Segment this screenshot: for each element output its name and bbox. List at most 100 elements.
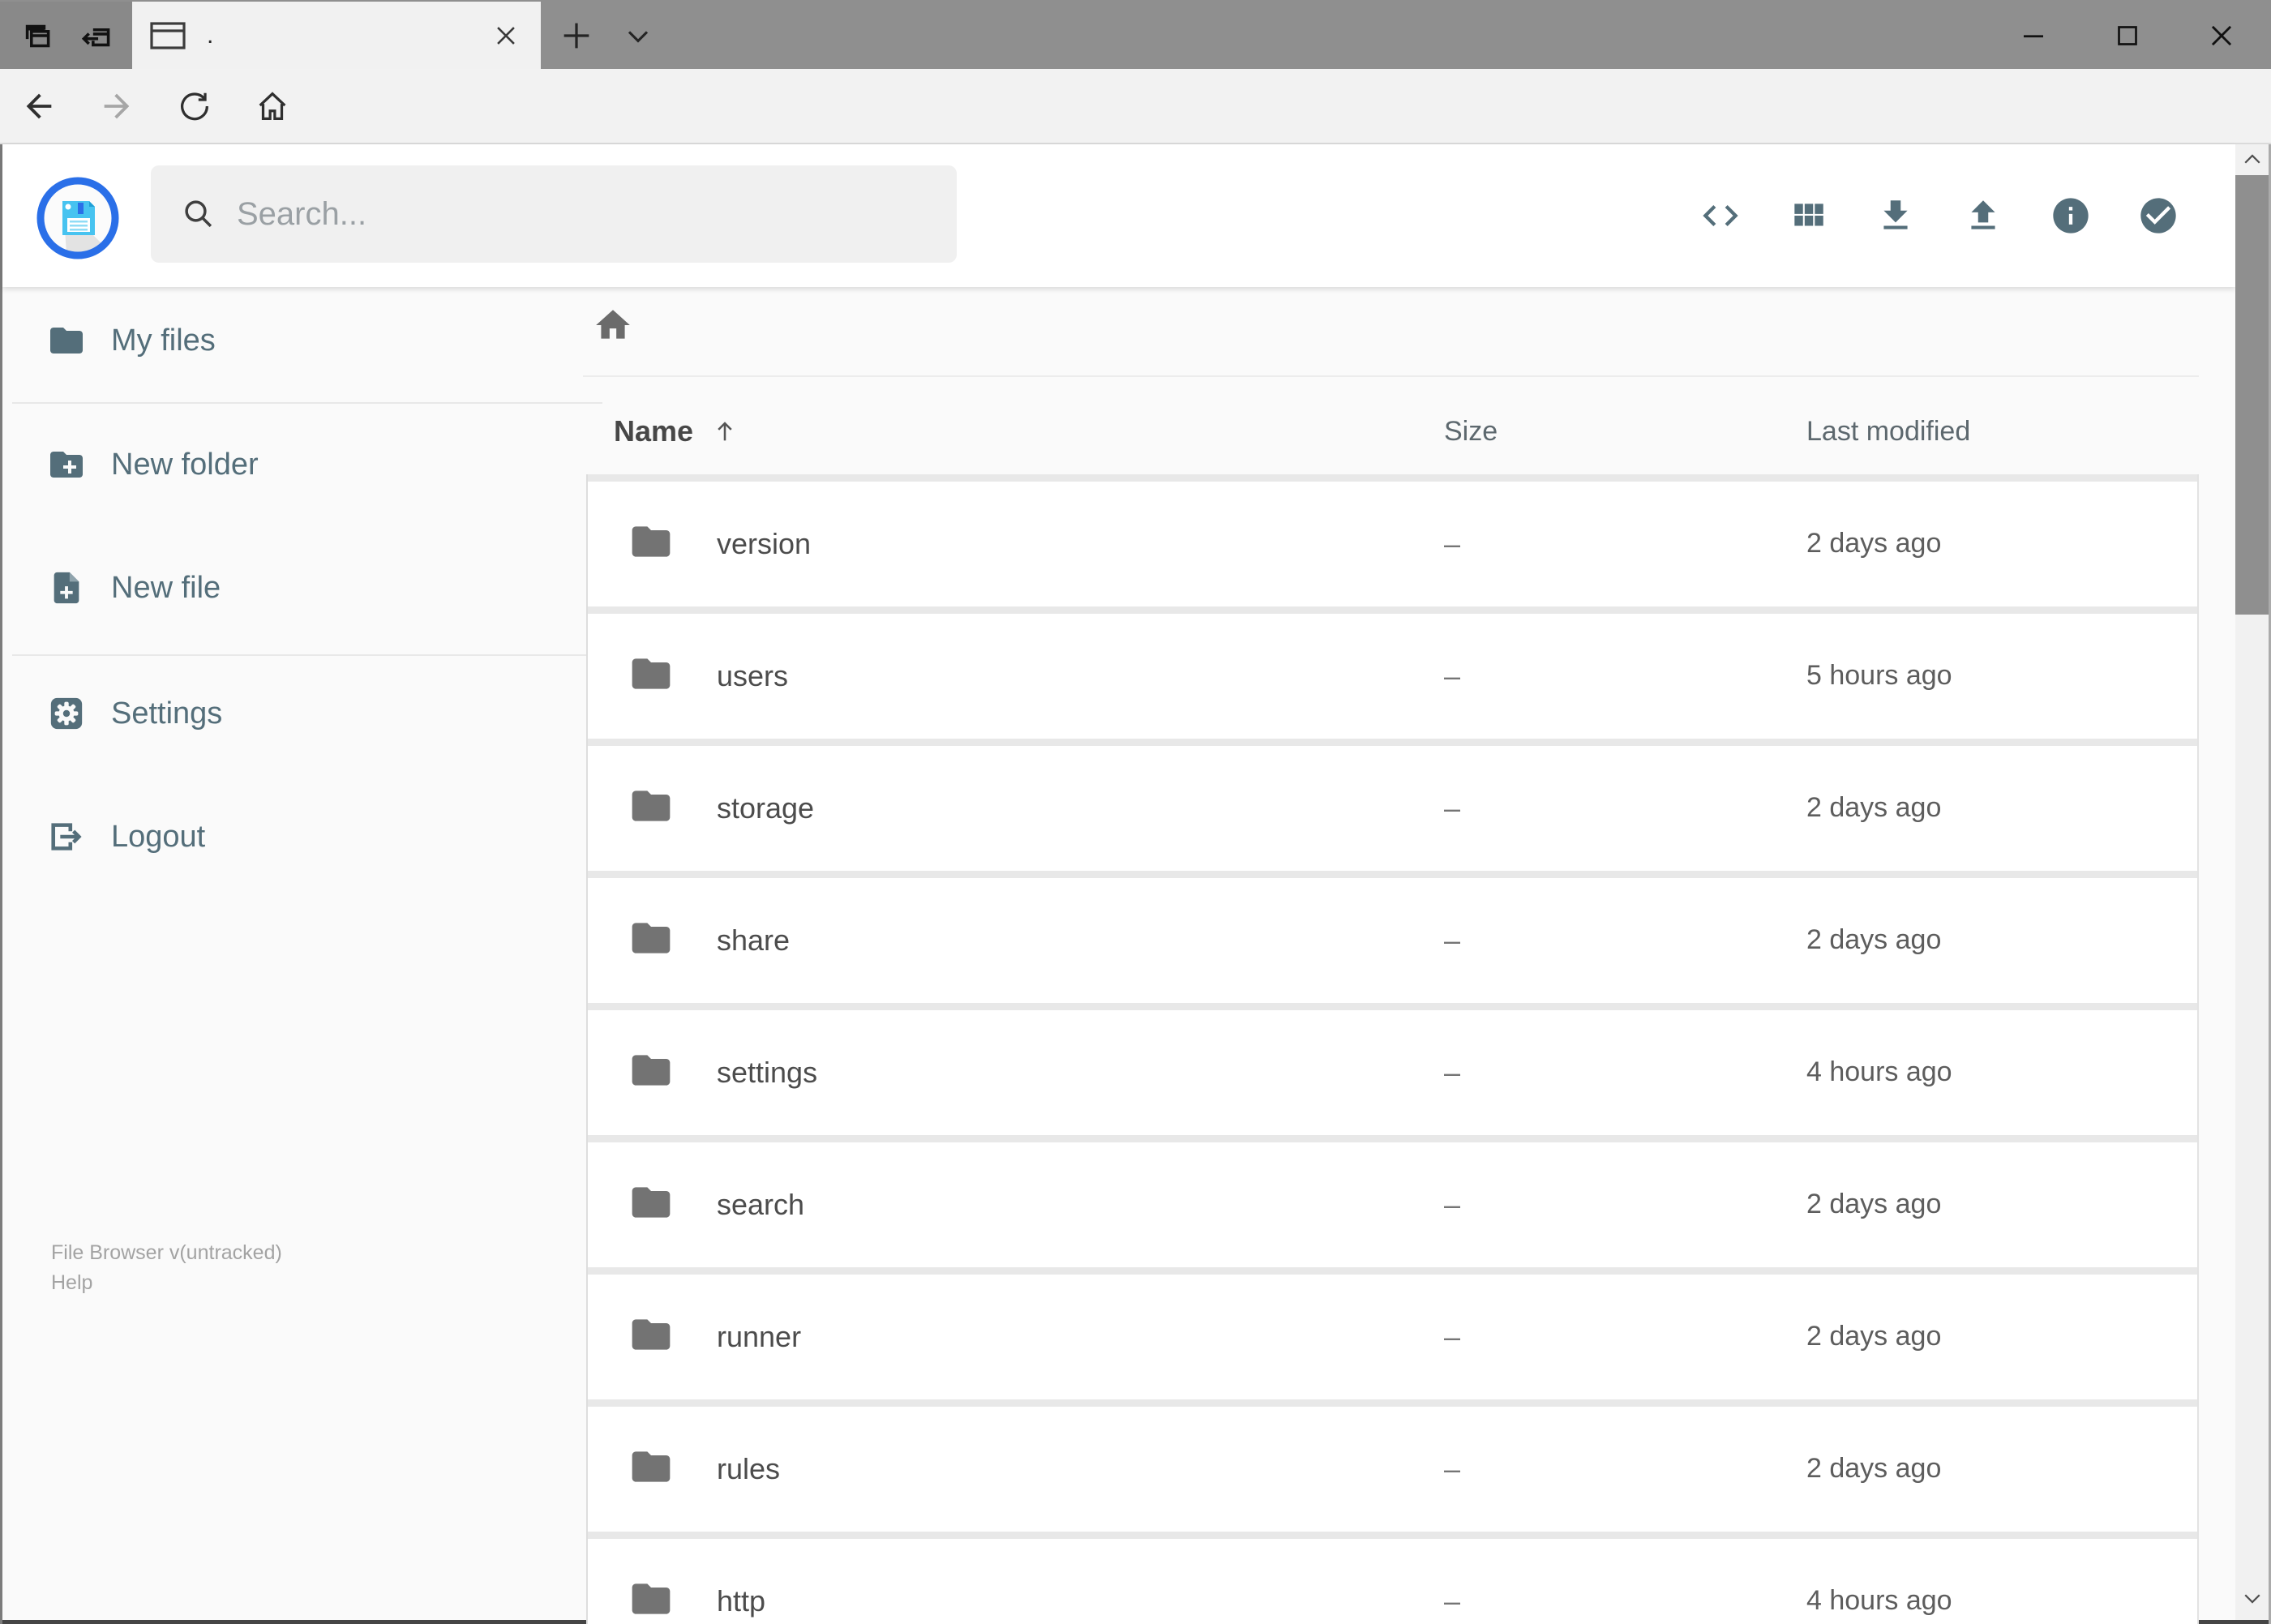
folder-icon bbox=[628, 1180, 674, 1225]
browser-window: . Search... My files New folder New file… bbox=[0, 0, 2271, 1624]
select-all-icon[interactable] bbox=[2115, 167, 2202, 264]
folder-icon bbox=[628, 1576, 674, 1622]
scrollbar-up-button[interactable] bbox=[2235, 144, 2269, 175]
sidebar-item-label: New folder bbox=[111, 447, 259, 482]
file-modified: 2 days ago bbox=[1806, 1189, 1942, 1219]
file-row-share[interactable]: share – 2 days ago bbox=[588, 878, 2197, 1003]
sidebar-item-label: Logout bbox=[111, 819, 206, 854]
upload-icon[interactable] bbox=[1939, 167, 2027, 264]
logout-icon bbox=[46, 818, 87, 855]
file-size: – bbox=[1444, 659, 1461, 692]
file-modified: 4 hours ago bbox=[1806, 1585, 1952, 1616]
sidebar-footer: File Browser v(untracked) Help bbox=[51, 1238, 282, 1298]
tabs-aside-group bbox=[0, 2, 132, 69]
download-icon[interactable] bbox=[1852, 167, 1939, 264]
file-name: runner bbox=[717, 1320, 802, 1353]
folder-icon bbox=[628, 1444, 674, 1489]
browser-titlebar: . bbox=[0, 0, 2271, 69]
forward-button[interactable] bbox=[78, 71, 156, 141]
version-link[interactable]: File Browser v(untracked) bbox=[51, 1238, 282, 1268]
search-input[interactable]: Search... bbox=[151, 165, 957, 263]
set-tabs-aside-button[interactable] bbox=[71, 11, 122, 61]
sidebar-divider bbox=[12, 654, 602, 656]
breadcrumb-home-button[interactable] bbox=[589, 301, 637, 349]
tab-close-button[interactable] bbox=[478, 7, 534, 64]
new-tab-button[interactable] bbox=[550, 2, 603, 69]
file-row-runner[interactable]: runner – 2 days ago bbox=[588, 1275, 2197, 1399]
file-row-version[interactable]: version – 2 days ago bbox=[588, 482, 2197, 606]
breadcrumb-divider bbox=[583, 375, 2199, 377]
file-size: – bbox=[1444, 527, 1461, 560]
scrollbar-thumb[interactable] bbox=[2235, 175, 2269, 615]
browser-tab[interactable]: . bbox=[132, 2, 541, 69]
file-name: share bbox=[717, 923, 791, 957]
folder-icon bbox=[628, 1048, 674, 1093]
sidebar-divider bbox=[12, 402, 602, 404]
file-size: – bbox=[1444, 1584, 1461, 1618]
file-listing-area: Name Size Last modified version – 2 days… bbox=[583, 288, 2199, 1624]
page-icon bbox=[150, 21, 186, 49]
plus-icon bbox=[558, 17, 595, 54]
code-icon[interactable] bbox=[1677, 167, 1764, 264]
tab-title: . bbox=[207, 21, 214, 49]
file-name: settings bbox=[717, 1056, 818, 1089]
folder-icon bbox=[46, 321, 87, 360]
file-row-rules[interactable]: rules – 2 days ago bbox=[588, 1407, 2197, 1532]
page-scrollbar[interactable] bbox=[2235, 144, 2269, 1620]
search-icon bbox=[182, 197, 216, 231]
sort-ascending-icon bbox=[711, 418, 739, 445]
file-size: – bbox=[1444, 1452, 1461, 1485]
file-modified: 2 days ago bbox=[1806, 1453, 1942, 1484]
tab-preview-button[interactable] bbox=[11, 11, 61, 61]
filebrowser-logo[interactable] bbox=[36, 176, 120, 260]
folder-icon bbox=[628, 915, 674, 961]
scrollbar-down-button[interactable] bbox=[2235, 1583, 2269, 1613]
back-button[interactable] bbox=[0, 71, 78, 141]
file-name: search bbox=[717, 1188, 805, 1221]
column-header-modified[interactable]: Last modified bbox=[1806, 416, 1970, 448]
sidebar-item-settings[interactable]: Settings bbox=[2, 665, 604, 762]
browser-toolbar: filebrowser.web/files/ bbox=[0, 69, 2271, 204]
sidebar: My files New folder New file Settings Lo… bbox=[2, 288, 604, 1620]
file-modified: 2 days ago bbox=[1806, 924, 1942, 955]
sidebar-item-new-file[interactable]: New file bbox=[2, 539, 604, 636]
sidebar-item-new-folder[interactable]: New folder bbox=[2, 416, 604, 513]
home-icon bbox=[593, 305, 633, 345]
grid-view-icon[interactable] bbox=[1764, 167, 1852, 264]
file-size: – bbox=[1444, 1188, 1461, 1221]
close-window-button[interactable] bbox=[2175, 2, 2269, 69]
file-modified: 4 hours ago bbox=[1806, 1056, 1952, 1087]
file-row-search[interactable]: search – 2 days ago bbox=[588, 1142, 2197, 1267]
file-row-users[interactable]: users – 5 hours ago bbox=[588, 614, 2197, 739]
header-actions bbox=[1677, 144, 2202, 287]
file-row-storage[interactable]: storage – 2 days ago bbox=[588, 746, 2197, 871]
set-aside-icon bbox=[76, 15, 117, 56]
sidebar-item-label: My files bbox=[111, 323, 216, 358]
column-header-size[interactable]: Size bbox=[1444, 416, 1498, 448]
file-name: http bbox=[717, 1584, 766, 1618]
refresh-button[interactable] bbox=[156, 71, 234, 141]
sidebar-item-label: New file bbox=[111, 570, 221, 605]
column-name-label: Name bbox=[614, 414, 694, 448]
file-row-settings[interactable]: settings – 4 hours ago bbox=[588, 1010, 2197, 1135]
column-header-name[interactable]: Name bbox=[614, 414, 739, 448]
file-size: – bbox=[1444, 1056, 1461, 1089]
window-controls bbox=[1986, 2, 2269, 69]
file-modified: 2 days ago bbox=[1806, 1321, 1942, 1352]
help-link[interactable]: Help bbox=[51, 1268, 282, 1298]
minimize-button[interactable] bbox=[1986, 2, 2080, 69]
sidebar-item-my-files[interactable]: My files bbox=[2, 292, 604, 389]
listing-header: Name Size Last modified bbox=[586, 409, 2199, 458]
file-row-http[interactable]: http – 4 hours ago bbox=[588, 1539, 2197, 1624]
file-modified: 5 hours ago bbox=[1806, 660, 1952, 691]
file-name: rules bbox=[717, 1452, 781, 1485]
new-folder-icon bbox=[46, 445, 87, 484]
sidebar-item-logout[interactable]: Logout bbox=[2, 788, 604, 885]
info-icon[interactable] bbox=[2027, 167, 2115, 264]
tab-list-button[interactable] bbox=[610, 2, 666, 69]
folder-icon bbox=[628, 1312, 674, 1357]
maximize-button[interactable] bbox=[2080, 2, 2175, 69]
home-button[interactable] bbox=[234, 71, 311, 141]
file-size: – bbox=[1444, 923, 1461, 957]
file-modified: 2 days ago bbox=[1806, 528, 1942, 559]
